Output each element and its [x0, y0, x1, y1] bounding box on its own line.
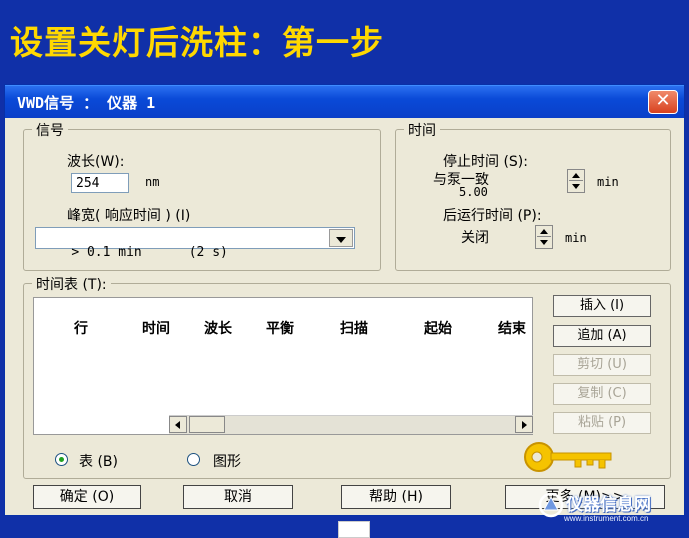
slide-title: 设置关灯后洗柱：第一步	[10, 23, 384, 62]
table-view-label[interactable]: 表 (B)	[79, 451, 118, 471]
scroll-thumb[interactable]	[189, 416, 225, 433]
insert-button[interactable]: 插入 (I)	[553, 295, 651, 317]
ok-button[interactable]: 确定 (O)	[33, 485, 141, 509]
key-icon	[524, 442, 612, 472]
peakwidth-label: 峰宽( 响应时间 ) (I)	[67, 208, 191, 224]
chevron-down-icon[interactable]	[329, 229, 353, 247]
document-icon	[338, 521, 370, 538]
dialog-title: VWD信号 ： 仪器 1	[17, 94, 156, 112]
help-button[interactable]: 帮助 (H)	[341, 485, 451, 509]
post-time-label: 后运行时间 (P):	[443, 208, 542, 224]
column-header[interactable]: 扫描	[340, 318, 368, 338]
cut-button[interactable]: 剪切 (U)	[553, 354, 651, 376]
close-icon: ✕	[655, 90, 671, 111]
watermark-logo-icon	[538, 492, 564, 518]
wavelength-label: 波长(W):	[67, 154, 125, 170]
wavelength-unit: nm	[145, 175, 160, 189]
stop-time-spinner[interactable]	[567, 169, 585, 193]
append-button[interactable]: 追加 (A)	[553, 325, 651, 347]
column-header[interactable]: 平衡	[266, 318, 294, 338]
column-header[interactable]: 起始	[424, 318, 452, 338]
spinner-divider	[537, 236, 551, 237]
close-button[interactable]: ✕	[648, 90, 678, 114]
dialog-titlebar: VWD信号 ： 仪器 1 ✕	[5, 85, 684, 118]
signal-group-label: 信号	[32, 120, 68, 140]
scroll-left-icon[interactable]	[169, 416, 187, 433]
cancel-button[interactable]: 取消	[183, 485, 293, 509]
time-group-label: 时间	[404, 120, 440, 140]
column-header[interactable]: 行	[74, 318, 88, 338]
peakwidth-value: > 0.1 min (2 s)	[71, 245, 228, 260]
watermark-text: 仪器信息网	[566, 495, 651, 515]
scroll-right-icon[interactable]	[515, 416, 533, 433]
table-view-radio[interactable]	[55, 453, 68, 466]
watermark: 仪器信息网 www.instrument.com.cn	[534, 488, 689, 532]
watermark-url: www.instrument.com.cn	[564, 514, 649, 523]
column-header[interactable]: 时间	[142, 318, 170, 338]
post-time-spinner[interactable]	[535, 225, 553, 249]
graph-view-label[interactable]: 图形	[213, 451, 241, 471]
post-time-unit: min	[565, 231, 587, 245]
paste-button[interactable]: 粘贴 (P)	[553, 412, 651, 434]
graph-view-radio[interactable]	[187, 453, 200, 466]
vwd-signal-dialog: VWD信号 ： 仪器 1 ✕ 信号 波长(W): 254 nm 峰宽( 响应时间…	[4, 84, 685, 516]
peakwidth-select[interactable]: > 0.1 min (2 s)	[35, 227, 355, 260]
spinner-divider	[569, 180, 583, 181]
stop-time-value: 5.00	[459, 185, 488, 199]
copy-button[interactable]: 复制 (C)	[553, 383, 651, 405]
horizontal-scrollbar[interactable]	[169, 415, 533, 434]
time-group: 时间	[395, 120, 671, 271]
stop-time-label: 停止时间 (S):	[443, 154, 528, 170]
column-header[interactable]: 结束	[498, 318, 526, 338]
stop-time-unit: min	[597, 175, 619, 189]
timetable-group-label: 时间表 (T):	[32, 274, 111, 294]
column-header[interactable]: 波长	[204, 318, 232, 338]
wavelength-input[interactable]: 254	[71, 173, 129, 193]
post-time-value: 关闭	[461, 230, 489, 246]
